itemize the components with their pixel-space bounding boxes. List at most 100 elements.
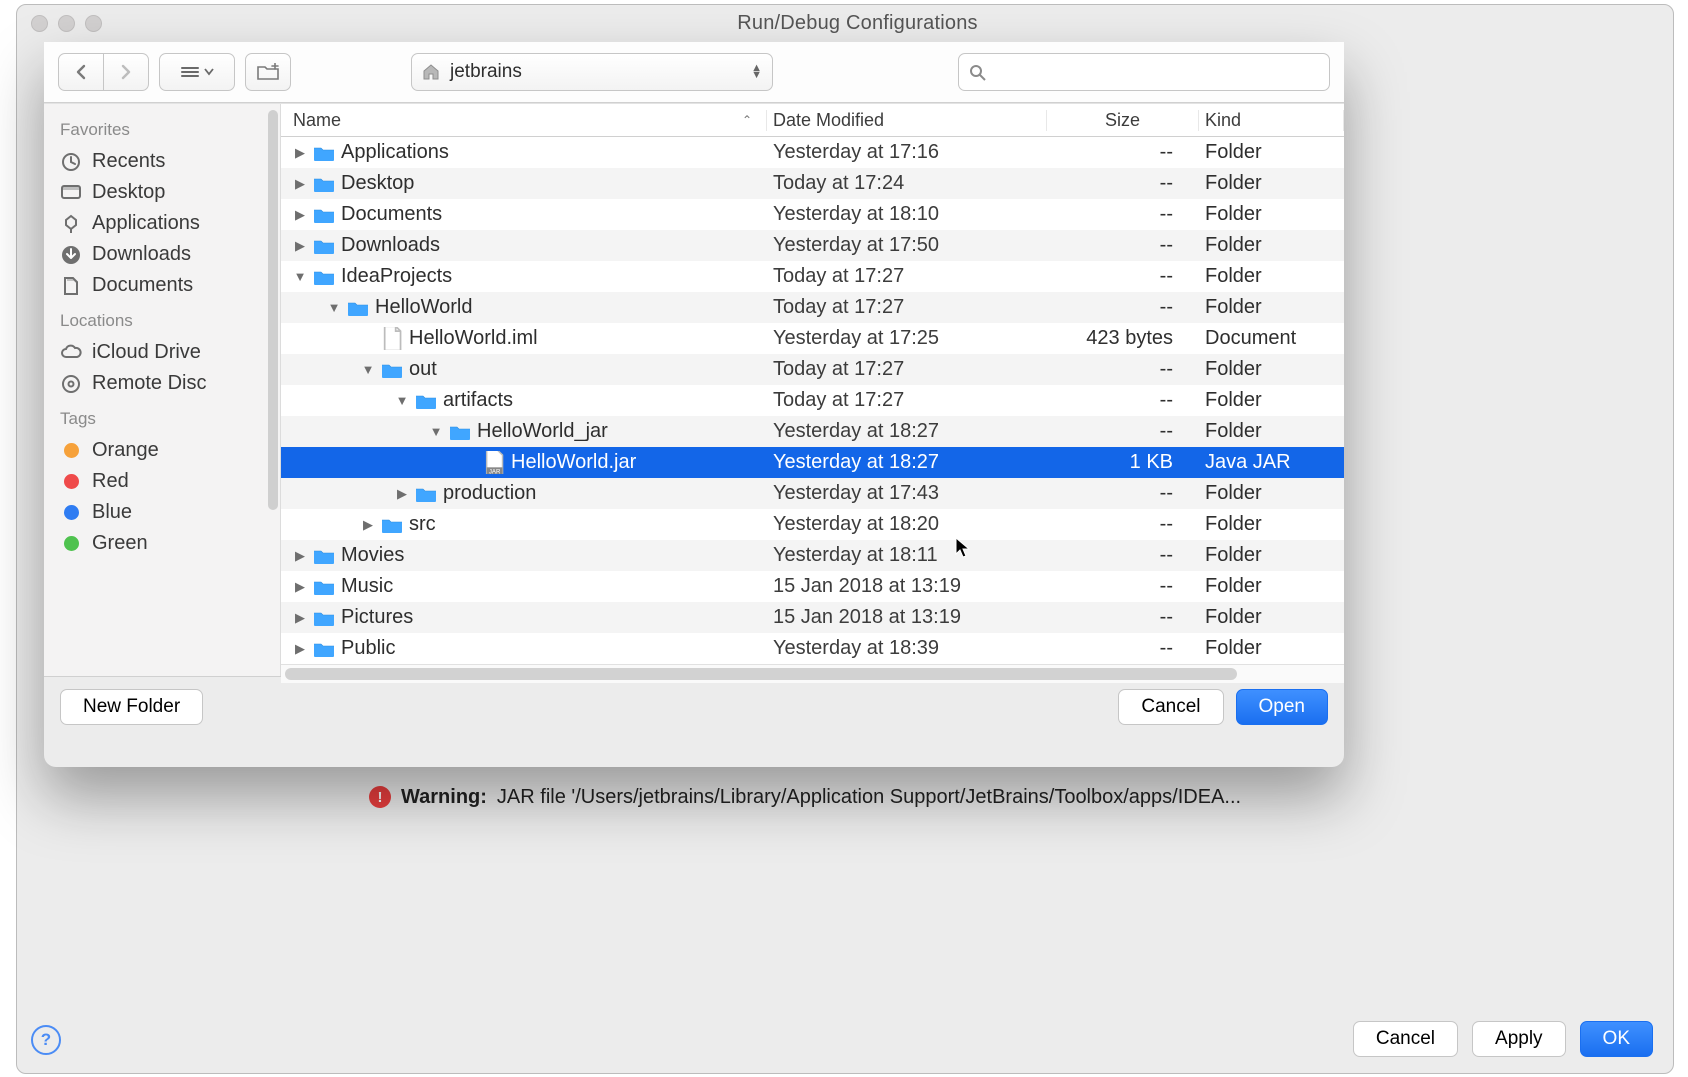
sidebar-item-downloads[interactable]: Downloads: [54, 239, 280, 270]
file-row[interactable]: ▶PublicYesterday at 18:39--Folder: [281, 633, 1344, 664]
file-chooser-sheet: jetbrains ▲▼ Favorites RecentsDesktopApp…: [44, 42, 1344, 767]
file-row[interactable]: ▶MoviesYesterday at 18:11--Folder: [281, 540, 1344, 571]
file-row[interactable]: ▼IdeaProjectsToday at 17:27--Folder: [281, 261, 1344, 292]
mfolder-icon: [313, 547, 335, 565]
file-row[interactable]: ▶DocumentsYesterday at 18:10--Folder: [281, 199, 1344, 230]
file-row[interactable]: ▼HelloWorldToday at 17:27--Folder: [281, 292, 1344, 323]
close-traffic[interactable]: [31, 15, 48, 32]
file-date: Yesterday at 17:50: [767, 234, 1047, 257]
file-name: Pictures: [341, 606, 413, 629]
file-row[interactable]: ▶DesktopToday at 17:24--Folder: [281, 168, 1344, 199]
folder-icon: [313, 206, 335, 224]
sidebar-item-remote-disc[interactable]: Remote Disc: [54, 368, 280, 399]
file-row[interactable]: ▼artifactsToday at 17:27--Folder: [281, 385, 1344, 416]
horizontal-scrollbar[interactable]: [281, 664, 1344, 683]
disclosure-icon[interactable]: ▶: [293, 145, 307, 161]
file-row[interactable]: JARHelloWorld.jarYesterday at 18:271 KBJ…: [281, 447, 1344, 478]
file-name: HelloWorld_jar: [477, 420, 608, 443]
sidebar-item-icloud-drive[interactable]: iCloud Drive: [54, 337, 280, 368]
file-name: Applications: [341, 141, 449, 164]
disclosure-icon[interactable]: ▼: [361, 362, 375, 377]
sidebar-item-green[interactable]: Green: [54, 528, 280, 559]
tag-dot-icon: [60, 502, 82, 524]
nav-back-button[interactable]: [58, 53, 104, 91]
column-date[interactable]: Date Modified: [767, 110, 1047, 131]
sheet-open-button[interactable]: Open: [1236, 689, 1328, 725]
column-name[interactable]: Name⌃: [281, 110, 767, 131]
file-row[interactable]: ▶productionYesterday at 17:43--Folder: [281, 478, 1344, 509]
sidebar-item-label: Red: [92, 470, 129, 493]
sidebar-item-recents[interactable]: Recents: [54, 146, 280, 177]
disclosure-icon[interactable]: ▼: [293, 269, 307, 284]
file-name: out: [409, 358, 437, 381]
disclosure-icon[interactable]: ▶: [293, 610, 307, 626]
file-size: --: [1047, 265, 1199, 288]
sidebar-item-orange[interactable]: Orange: [54, 435, 280, 466]
sidebar: Favorites RecentsDesktopApplicationsDown…: [44, 104, 281, 676]
file-row[interactable]: ▶Music15 Jan 2018 at 13:19--Folder: [281, 571, 1344, 602]
file-size: --: [1047, 482, 1199, 505]
nav-forward-button[interactable]: [104, 53, 149, 91]
sidebar-item-label: Desktop: [92, 181, 165, 204]
disclosure-icon[interactable]: ▶: [293, 579, 307, 595]
minimize-traffic[interactable]: [58, 15, 75, 32]
sidebar-item-applications[interactable]: Applications: [54, 208, 280, 239]
file-row[interactable]: ▶DownloadsYesterday at 17:50--Folder: [281, 230, 1344, 261]
file-row[interactable]: HelloWorld.imlYesterday at 17:25423 byte…: [281, 323, 1344, 354]
new-folder-toolbar-button[interactable]: [245, 53, 291, 91]
disclosure-icon[interactable]: ▼: [429, 424, 443, 439]
disclosure-icon[interactable]: ▶: [293, 207, 307, 223]
folder-icon: [415, 392, 437, 410]
outer-ok-button[interactable]: OK: [1580, 1021, 1653, 1057]
mfolder-icon: [313, 609, 335, 627]
file-date: Yesterday at 18:39: [767, 637, 1047, 660]
search-field[interactable]: [958, 53, 1330, 91]
file-name: Movies: [341, 544, 404, 567]
file-row[interactable]: ▼HelloWorld_jarYesterday at 18:27--Folde…: [281, 416, 1344, 447]
file-row[interactable]: ▶srcYesterday at 18:20--Folder: [281, 509, 1344, 540]
file-name: HelloWorld: [375, 296, 472, 319]
sidebar-item-label: Downloads: [92, 243, 191, 266]
file-kind: Folder: [1199, 296, 1344, 319]
zoom-traffic[interactable]: [85, 15, 102, 32]
column-size[interactable]: Size: [1047, 110, 1199, 131]
file-row[interactable]: ▶Pictures15 Jan 2018 at 13:19--Folder: [281, 602, 1344, 633]
view-mode-button[interactable]: [159, 53, 235, 91]
sidebar-item-desktop[interactable]: Desktop: [54, 177, 280, 208]
disclosure-icon[interactable]: ▶: [395, 486, 409, 502]
file-row[interactable]: ▼outToday at 17:27--Folder: [281, 354, 1344, 385]
sidebar-scrollbar[interactable]: [268, 110, 278, 510]
sidebar-item-red[interactable]: Red: [54, 466, 280, 497]
search-input[interactable]: [994, 61, 1319, 84]
tag-dot-icon: [60, 533, 82, 555]
sidebar-item-blue[interactable]: Blue: [54, 497, 280, 528]
folder-icon: [313, 144, 335, 162]
folder-icon: [347, 299, 369, 317]
disclosure-icon[interactable]: ▶: [293, 176, 307, 192]
sidebar-item-documents[interactable]: Documents: [54, 270, 280, 301]
file-date: Today at 17:27: [767, 265, 1047, 288]
column-kind[interactable]: Kind: [1199, 110, 1344, 131]
help-button[interactable]: ?: [31, 1025, 61, 1055]
outer-apply-button[interactable]: Apply: [1472, 1021, 1566, 1057]
file-icon: [381, 330, 403, 348]
file-date: Yesterday at 18:11: [767, 544, 1047, 567]
outer-buttons: Cancel Apply OK: [1353, 1021, 1653, 1057]
file-date: Yesterday at 18:10: [767, 203, 1047, 226]
disclosure-icon[interactable]: ▶: [293, 641, 307, 657]
file-kind: Folder: [1199, 358, 1344, 381]
file-row[interactable]: ▶ApplicationsYesterday at 17:16--Folder: [281, 137, 1344, 168]
file-kind: Folder: [1199, 141, 1344, 164]
documents-icon: [60, 275, 82, 297]
disclosure-icon[interactable]: ▼: [395, 393, 409, 408]
disclosure-icon[interactable]: ▼: [327, 300, 341, 315]
file-kind: Document: [1199, 327, 1344, 350]
disclosure-icon[interactable]: ▶: [293, 238, 307, 254]
disclosure-icon[interactable]: ▶: [361, 517, 375, 533]
disclosure-icon[interactable]: ▶: [293, 548, 307, 564]
location-popup[interactable]: jetbrains ▲▼: [411, 53, 773, 91]
sheet-cancel-button[interactable]: Cancel: [1118, 689, 1223, 725]
outer-cancel-button[interactable]: Cancel: [1353, 1021, 1458, 1057]
window-title: Run/Debug Configurations: [102, 12, 1613, 35]
new-folder-button[interactable]: New Folder: [60, 689, 203, 725]
